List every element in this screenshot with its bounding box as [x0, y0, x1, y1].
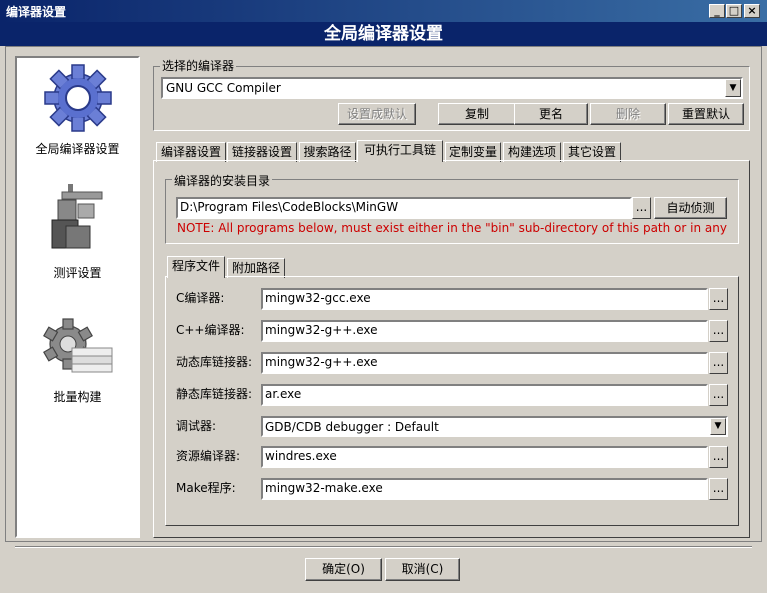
install-dir-note: NOTE: All programs below, must exist eit… [177, 221, 729, 235]
chevron-down-icon[interactable]: ▼ [725, 79, 741, 97]
tab-other-settings[interactable]: 其它设置 [563, 142, 621, 162]
gear-icon [43, 64, 112, 132]
tab-extra-paths[interactable]: 附加路径 [227, 258, 285, 278]
make-program-label: Make程序: [176, 481, 236, 495]
rename-button[interactable]: 更名 [514, 103, 588, 125]
footer-separator [15, 546, 752, 548]
tab-custom-variables[interactable]: 定制变量 [445, 142, 501, 162]
compiler-select-label: 选择的编译器 [160, 57, 237, 74]
dynamic-linker-browse-button[interactable]: ... [709, 352, 728, 374]
delete-button[interactable]: 删除 [590, 103, 666, 125]
maximize-button[interactable]: □ [726, 4, 742, 18]
page-title: 全局编译器设置 [324, 24, 443, 44]
cpp-compiler-input[interactable]: mingw32-g++.exe [261, 320, 708, 342]
tab-toolchain-executables[interactable]: 可执行工具链 [357, 140, 443, 162]
c-compiler-input[interactable]: mingw32-gcc.exe [261, 288, 708, 310]
install-dir-label: 编译器的安装目录 [172, 172, 273, 189]
cancel-button[interactable]: 取消(C) [385, 558, 460, 581]
tab-build-options[interactable]: 构建选项 [503, 142, 561, 162]
copy-button[interactable]: 复制 [438, 103, 516, 125]
reset-default-button[interactable]: 重置默认 [668, 103, 744, 125]
set-default-button[interactable]: 设置成默认 [338, 103, 416, 125]
sidebar-item-judge-settings[interactable]: 测评设置 [17, 182, 138, 281]
tab-compiler-settings[interactable]: 编译器设置 [156, 142, 226, 162]
static-linker-input[interactable]: ar.exe [261, 384, 708, 406]
minimize-button[interactable]: _ [709, 4, 725, 18]
caliper-icon [51, 184, 102, 249]
sidebar-item-label: 全局编译器设置 [35, 142, 120, 156]
tab-program-files[interactable]: 程序文件 [167, 256, 225, 278]
c-compiler-label: C编译器: [176, 291, 225, 305]
window-titlebar[interactable] [0, 0, 767, 22]
make-program-input[interactable]: mingw32-make.exe [261, 478, 708, 500]
window-title: 编译器设置 [6, 5, 67, 19]
debugger-label: 调试器: [176, 419, 217, 433]
debugger-select-value: GDB/CDB debugger : Default [265, 420, 439, 434]
sidebar: 全局编译器设置 测评设置 批量构建 [15, 56, 140, 538]
make-program-browse-button[interactable]: ... [709, 478, 728, 500]
sidebar-item-label: 测评设置 [53, 266, 102, 280]
autodetect-button[interactable]: 自动侦测 [654, 197, 727, 219]
ok-button[interactable]: 确定(O) [305, 558, 382, 581]
sidebar-item-label: 批量构建 [53, 390, 102, 404]
cpp-compiler-label: C++编译器: [176, 323, 245, 337]
chevron-down-icon[interactable]: ▼ [710, 418, 726, 435]
tab-linker-settings[interactable]: 链接器设置 [227, 142, 297, 162]
resource-compiler-browse-button[interactable]: ... [709, 446, 728, 468]
debugger-select[interactable]: GDB/CDB debugger : Default ▼ [261, 416, 728, 437]
dynamic-linker-input[interactable]: mingw32-g++.exe [261, 352, 708, 374]
static-linker-browse-button[interactable]: ... [709, 384, 728, 406]
compiler-select-value: GNU GCC Compiler [166, 81, 281, 95]
sidebar-item-batch-build[interactable]: 批量构建 [17, 314, 138, 405]
dynamic-linker-label: 动态库链接器: [176, 355, 253, 369]
browse-dir-button[interactable]: ... [632, 197, 651, 219]
close-button[interactable]: × [744, 4, 760, 18]
tab-search-paths[interactable]: 搜索路径 [299, 142, 356, 162]
cpp-compiler-browse-button[interactable]: ... [709, 320, 728, 342]
gear-stack-icon [42, 318, 112, 373]
compiler-select[interactable]: GNU GCC Compiler ▼ [161, 77, 743, 99]
resource-compiler-input[interactable]: windres.exe [261, 446, 708, 468]
c-compiler-browse-button[interactable]: ... [709, 288, 728, 310]
install-dir-input[interactable]: D:\Program Files\CodeBlocks\MinGW [176, 197, 632, 219]
sidebar-item-global-compiler[interactable]: 全局编译器设置 [17, 60, 138, 157]
resource-compiler-label: 资源编译器: [176, 449, 241, 463]
static-linker-label: 静态库链接器: [176, 387, 253, 401]
